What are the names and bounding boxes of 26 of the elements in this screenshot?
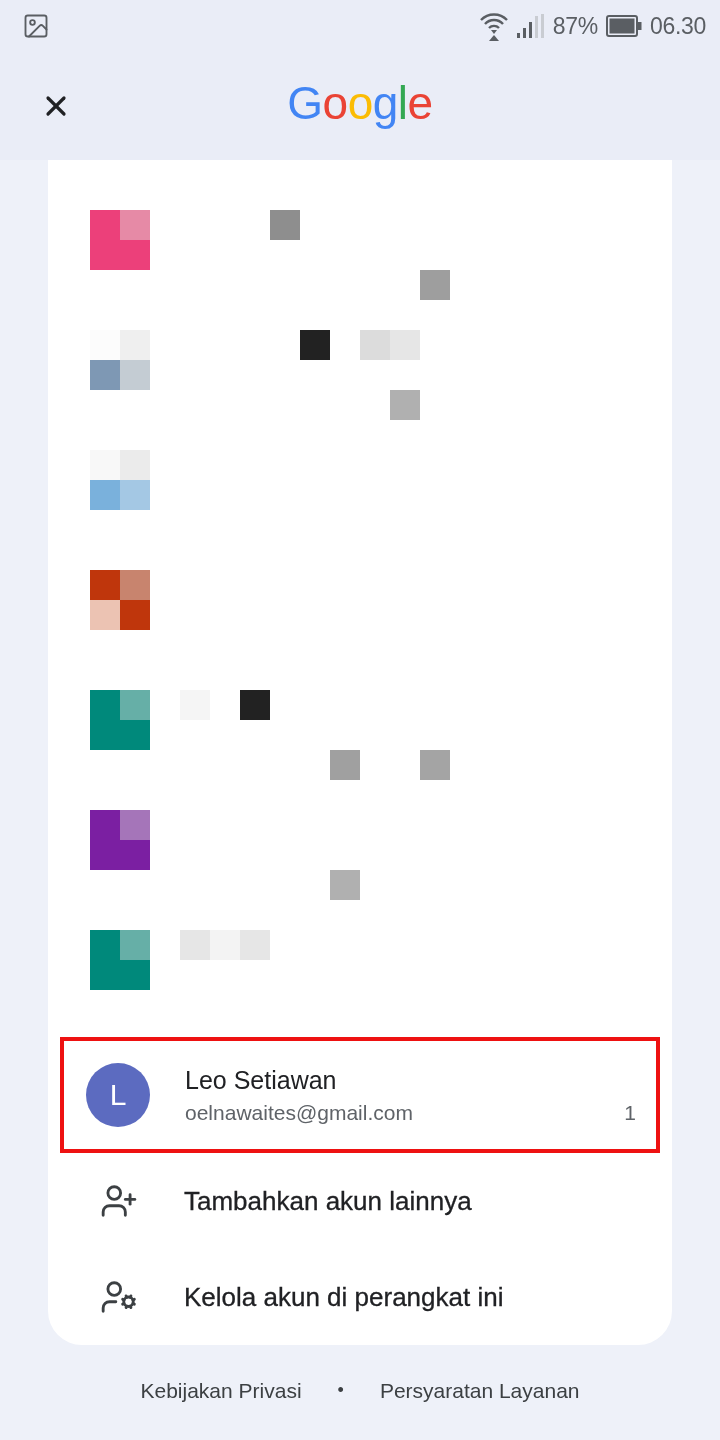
separator-dot: • xyxy=(337,1380,344,1401)
pixelated-avatar xyxy=(90,210,150,270)
privacy-policy-link[interactable]: Kebijakan Privasi xyxy=(140,1378,302,1403)
terms-of-service-link[interactable]: Persyaratan Layanan xyxy=(379,1378,580,1403)
person-plus-icon xyxy=(100,1182,138,1220)
image-icon xyxy=(22,12,50,40)
notification-count: 1 xyxy=(624,1100,636,1125)
account-email: oelnawaites@gmail.com xyxy=(185,1100,413,1125)
pixelated-avatar xyxy=(90,450,150,510)
wifi-icon xyxy=(478,11,509,41)
logo-wordmark: Google xyxy=(287,80,433,131)
battery-icon xyxy=(605,15,642,37)
pixelated-avatar xyxy=(90,930,150,990)
avatar: L xyxy=(86,1063,150,1127)
pixelated-avatar xyxy=(90,570,150,630)
manage-accounts-button[interactable]: Kelola akun di perangkat ini xyxy=(48,1249,672,1345)
add-account-button[interactable]: Tambahkan akun lainnya xyxy=(48,1153,672,1249)
person-gear-icon xyxy=(100,1278,138,1316)
account-name: Leo Setiawan xyxy=(185,1065,338,1095)
battery-percent: 87% xyxy=(552,12,598,40)
pixelated-avatar xyxy=(90,810,150,870)
pixelated-avatar xyxy=(90,690,150,750)
signal-icon xyxy=(516,14,545,38)
clock-time: 06.30 xyxy=(649,12,706,40)
account-row[interactable]: L Leo Setiawan oelnawaites@gmail.com 1 xyxy=(60,1037,660,1153)
pixelated-avatar xyxy=(90,330,150,390)
